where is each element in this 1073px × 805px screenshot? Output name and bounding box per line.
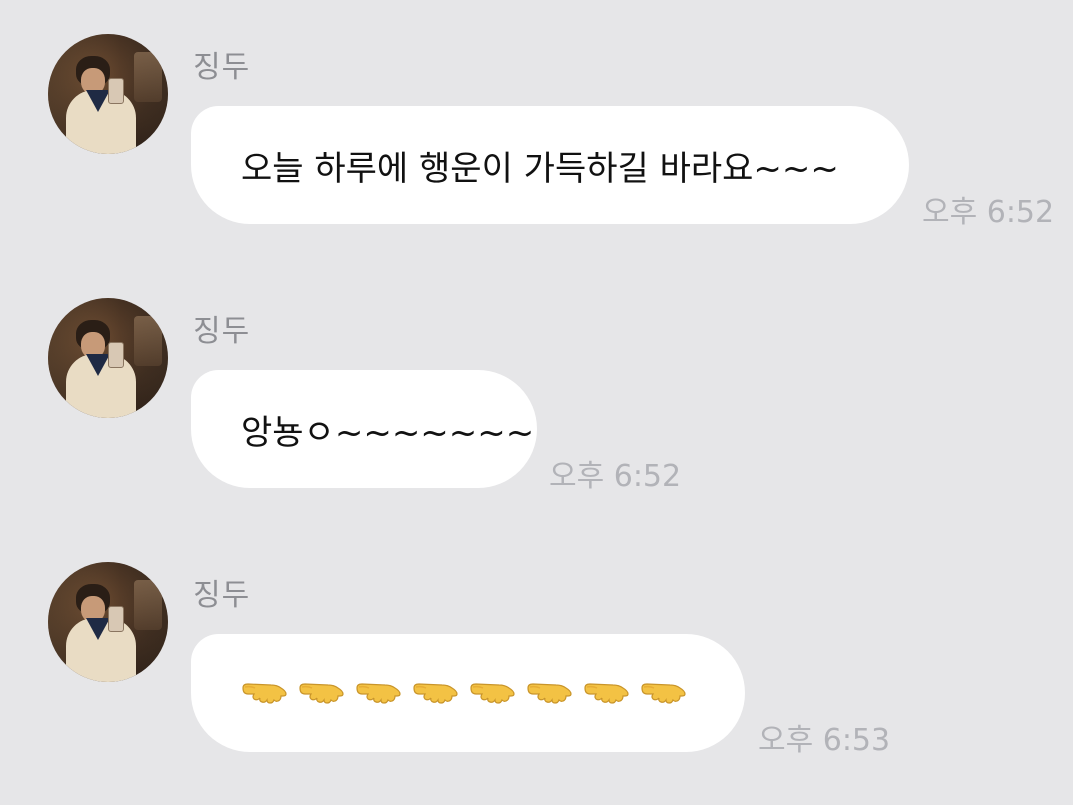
palm-down-hand-icon xyxy=(583,682,630,704)
message-3: 징두 오후 6:53 xyxy=(0,562,1073,792)
emoji-row xyxy=(241,682,687,704)
message-1: 징두 오늘 하루에 행운이 가득하길 바라요~~~ 오후 6:52 xyxy=(0,34,1073,264)
palm-down-hand-icon xyxy=(298,682,345,704)
message-timestamp: 오후 6:52 xyxy=(922,195,1055,230)
sender-name: 징두 xyxy=(193,50,251,85)
message-bubble[interactable]: 오늘 하루에 행운이 가득하길 바라요~~~ xyxy=(191,106,909,224)
message-2: 징두 앙뇽ㅇ~~~~~~~ 오후 6:52 xyxy=(0,298,1073,528)
palm-down-hand-icon xyxy=(412,682,459,704)
message-timestamp: 오후 6:53 xyxy=(758,723,891,758)
palm-down-hand-icon xyxy=(469,682,516,704)
message-text: 앙뇽ㅇ~~~~~~~ xyxy=(241,412,535,453)
sender-avatar[interactable] xyxy=(48,562,168,682)
message-text: 오늘 하루에 행운이 가득하길 바라요~~~ xyxy=(241,148,839,189)
sender-name: 징두 xyxy=(193,578,251,613)
message-bubble[interactable]: 앙뇽ㅇ~~~~~~~ xyxy=(191,370,537,488)
sender-avatar[interactable] xyxy=(48,34,168,154)
sender-name: 징두 xyxy=(193,314,251,349)
palm-down-hand-icon xyxy=(640,682,687,704)
palm-down-hand-icon xyxy=(526,682,573,704)
palm-down-hand-icon xyxy=(241,682,288,704)
sender-avatar[interactable] xyxy=(48,298,168,418)
message-timestamp: 오후 6:52 xyxy=(549,459,682,494)
message-bubble[interactable] xyxy=(191,634,745,752)
palm-down-hand-icon xyxy=(355,682,402,704)
